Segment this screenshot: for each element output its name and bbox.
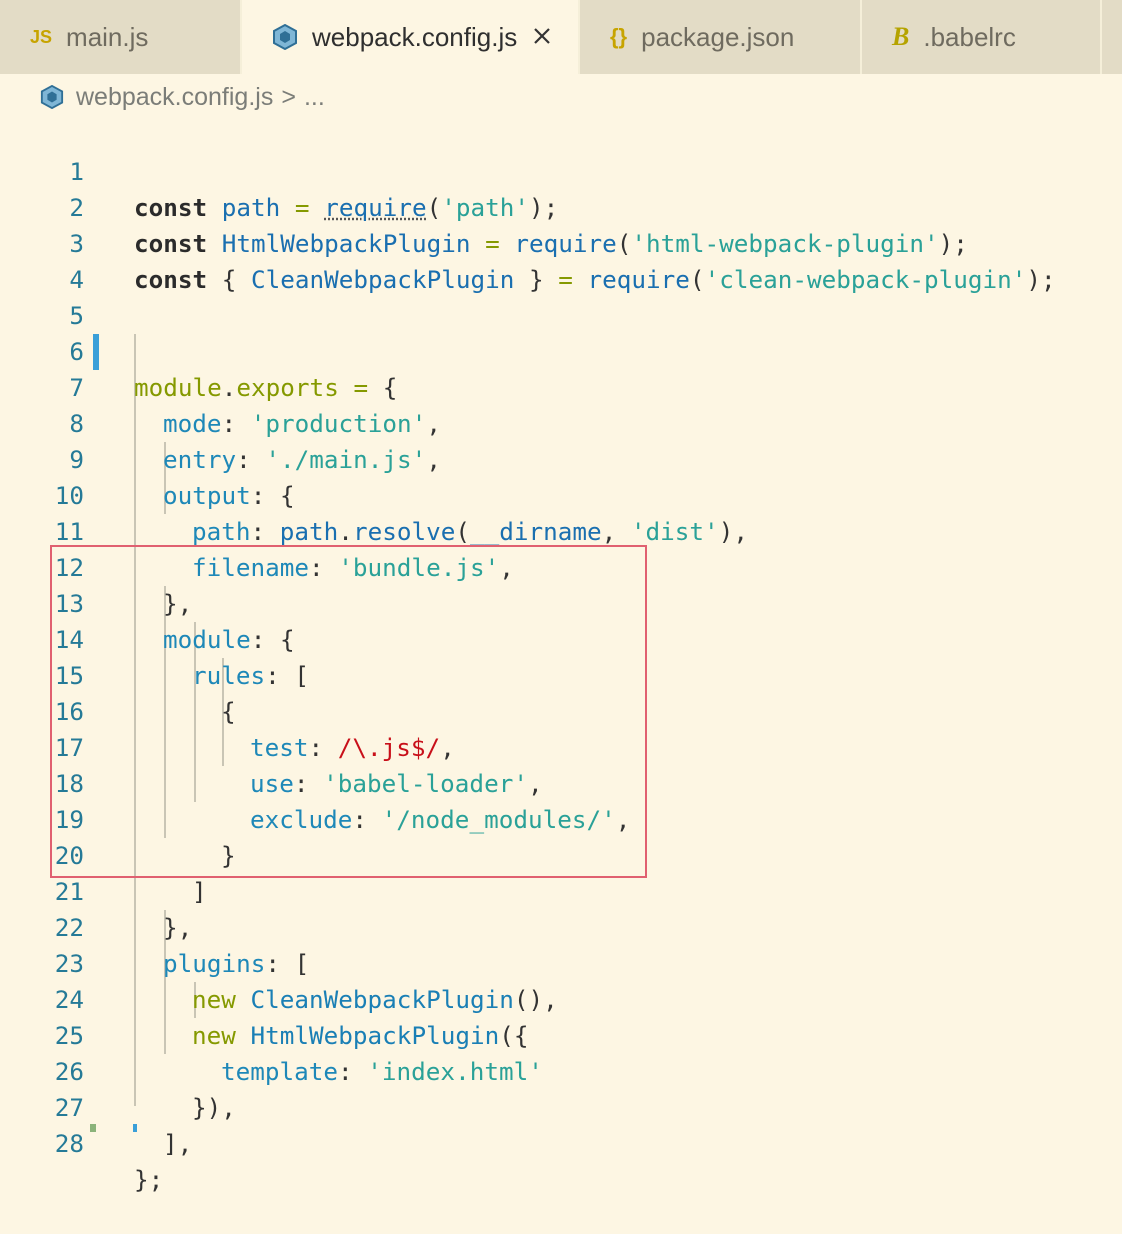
js-icon: JS <box>30 27 52 48</box>
code-line: 7 mode: 'production', <box>0 334 1122 370</box>
code-line: 4 <box>0 226 1122 262</box>
code-line: 9 output: { <box>0 406 1122 442</box>
tab-package-json[interactable]: {} package.json <box>580 0 862 74</box>
tab-bar: JS main.js webpack.config.js {} package.… <box>0 0 1122 74</box>
tab-label: main.js <box>66 22 148 53</box>
code-line: 26 }), <box>0 1018 1122 1054</box>
code-line: 10 path: path.resolve(__dirname, 'dist')… <box>0 442 1122 478</box>
breadcrumb: webpack.config.js > ... <box>0 74 1122 120</box>
code-line: 1 const path = require('path'); <box>0 118 1122 154</box>
breadcrumb-ellipsis[interactable]: ... <box>304 83 325 112</box>
code-line: 28 }; <box>0 1090 1122 1126</box>
json-braces-icon: {} <box>610 24 627 50</box>
code-line: 23 new CleanWebpackPlugin(), <box>0 910 1122 946</box>
tab-main-js[interactable]: JS main.js <box>0 0 242 74</box>
breadcrumb-file[interactable]: webpack.config.js <box>76 83 273 112</box>
code-line: 3 const { CleanWebpackPlugin } = require… <box>0 190 1122 226</box>
tab-label: webpack.config.js <box>312 22 517 53</box>
modified-line-marker <box>93 334 99 370</box>
cursor-marker <box>133 1124 137 1132</box>
close-icon[interactable] <box>528 22 556 50</box>
code-line: 5 <box>0 262 1122 298</box>
code-line: 27 ], <box>0 1054 1122 1090</box>
code-line: 2 const HtmlWebpackPlugin = require('htm… <box>0 154 1122 190</box>
code-line: 8 entry: './main.js', <box>0 370 1122 406</box>
highlight-box <box>50 545 647 878</box>
code-line: 22 plugins: [ <box>0 874 1122 910</box>
tab-label: package.json <box>641 22 794 53</box>
tab-babelrc[interactable]: B .babelrc <box>862 0 1102 74</box>
code-line: 11 filename: 'bundle.js', <box>0 478 1122 514</box>
line-number: 28 <box>0 1126 84 1162</box>
code-line: 6 module.exports = { <box>0 298 1122 334</box>
added-line-marker <box>90 1124 96 1132</box>
tab-label: .babelrc <box>923 22 1016 53</box>
babel-icon: B <box>892 22 909 52</box>
code-line: 24 new HtmlWebpackPlugin({ <box>0 946 1122 982</box>
code-line: 25 template: 'index.html' <box>0 982 1122 1018</box>
webpack-cube-icon <box>40 85 64 109</box>
breadcrumb-separator: > <box>281 83 296 112</box>
webpack-cube-icon <box>272 24 298 50</box>
tab-webpack-config[interactable]: webpack.config.js <box>242 0 580 74</box>
